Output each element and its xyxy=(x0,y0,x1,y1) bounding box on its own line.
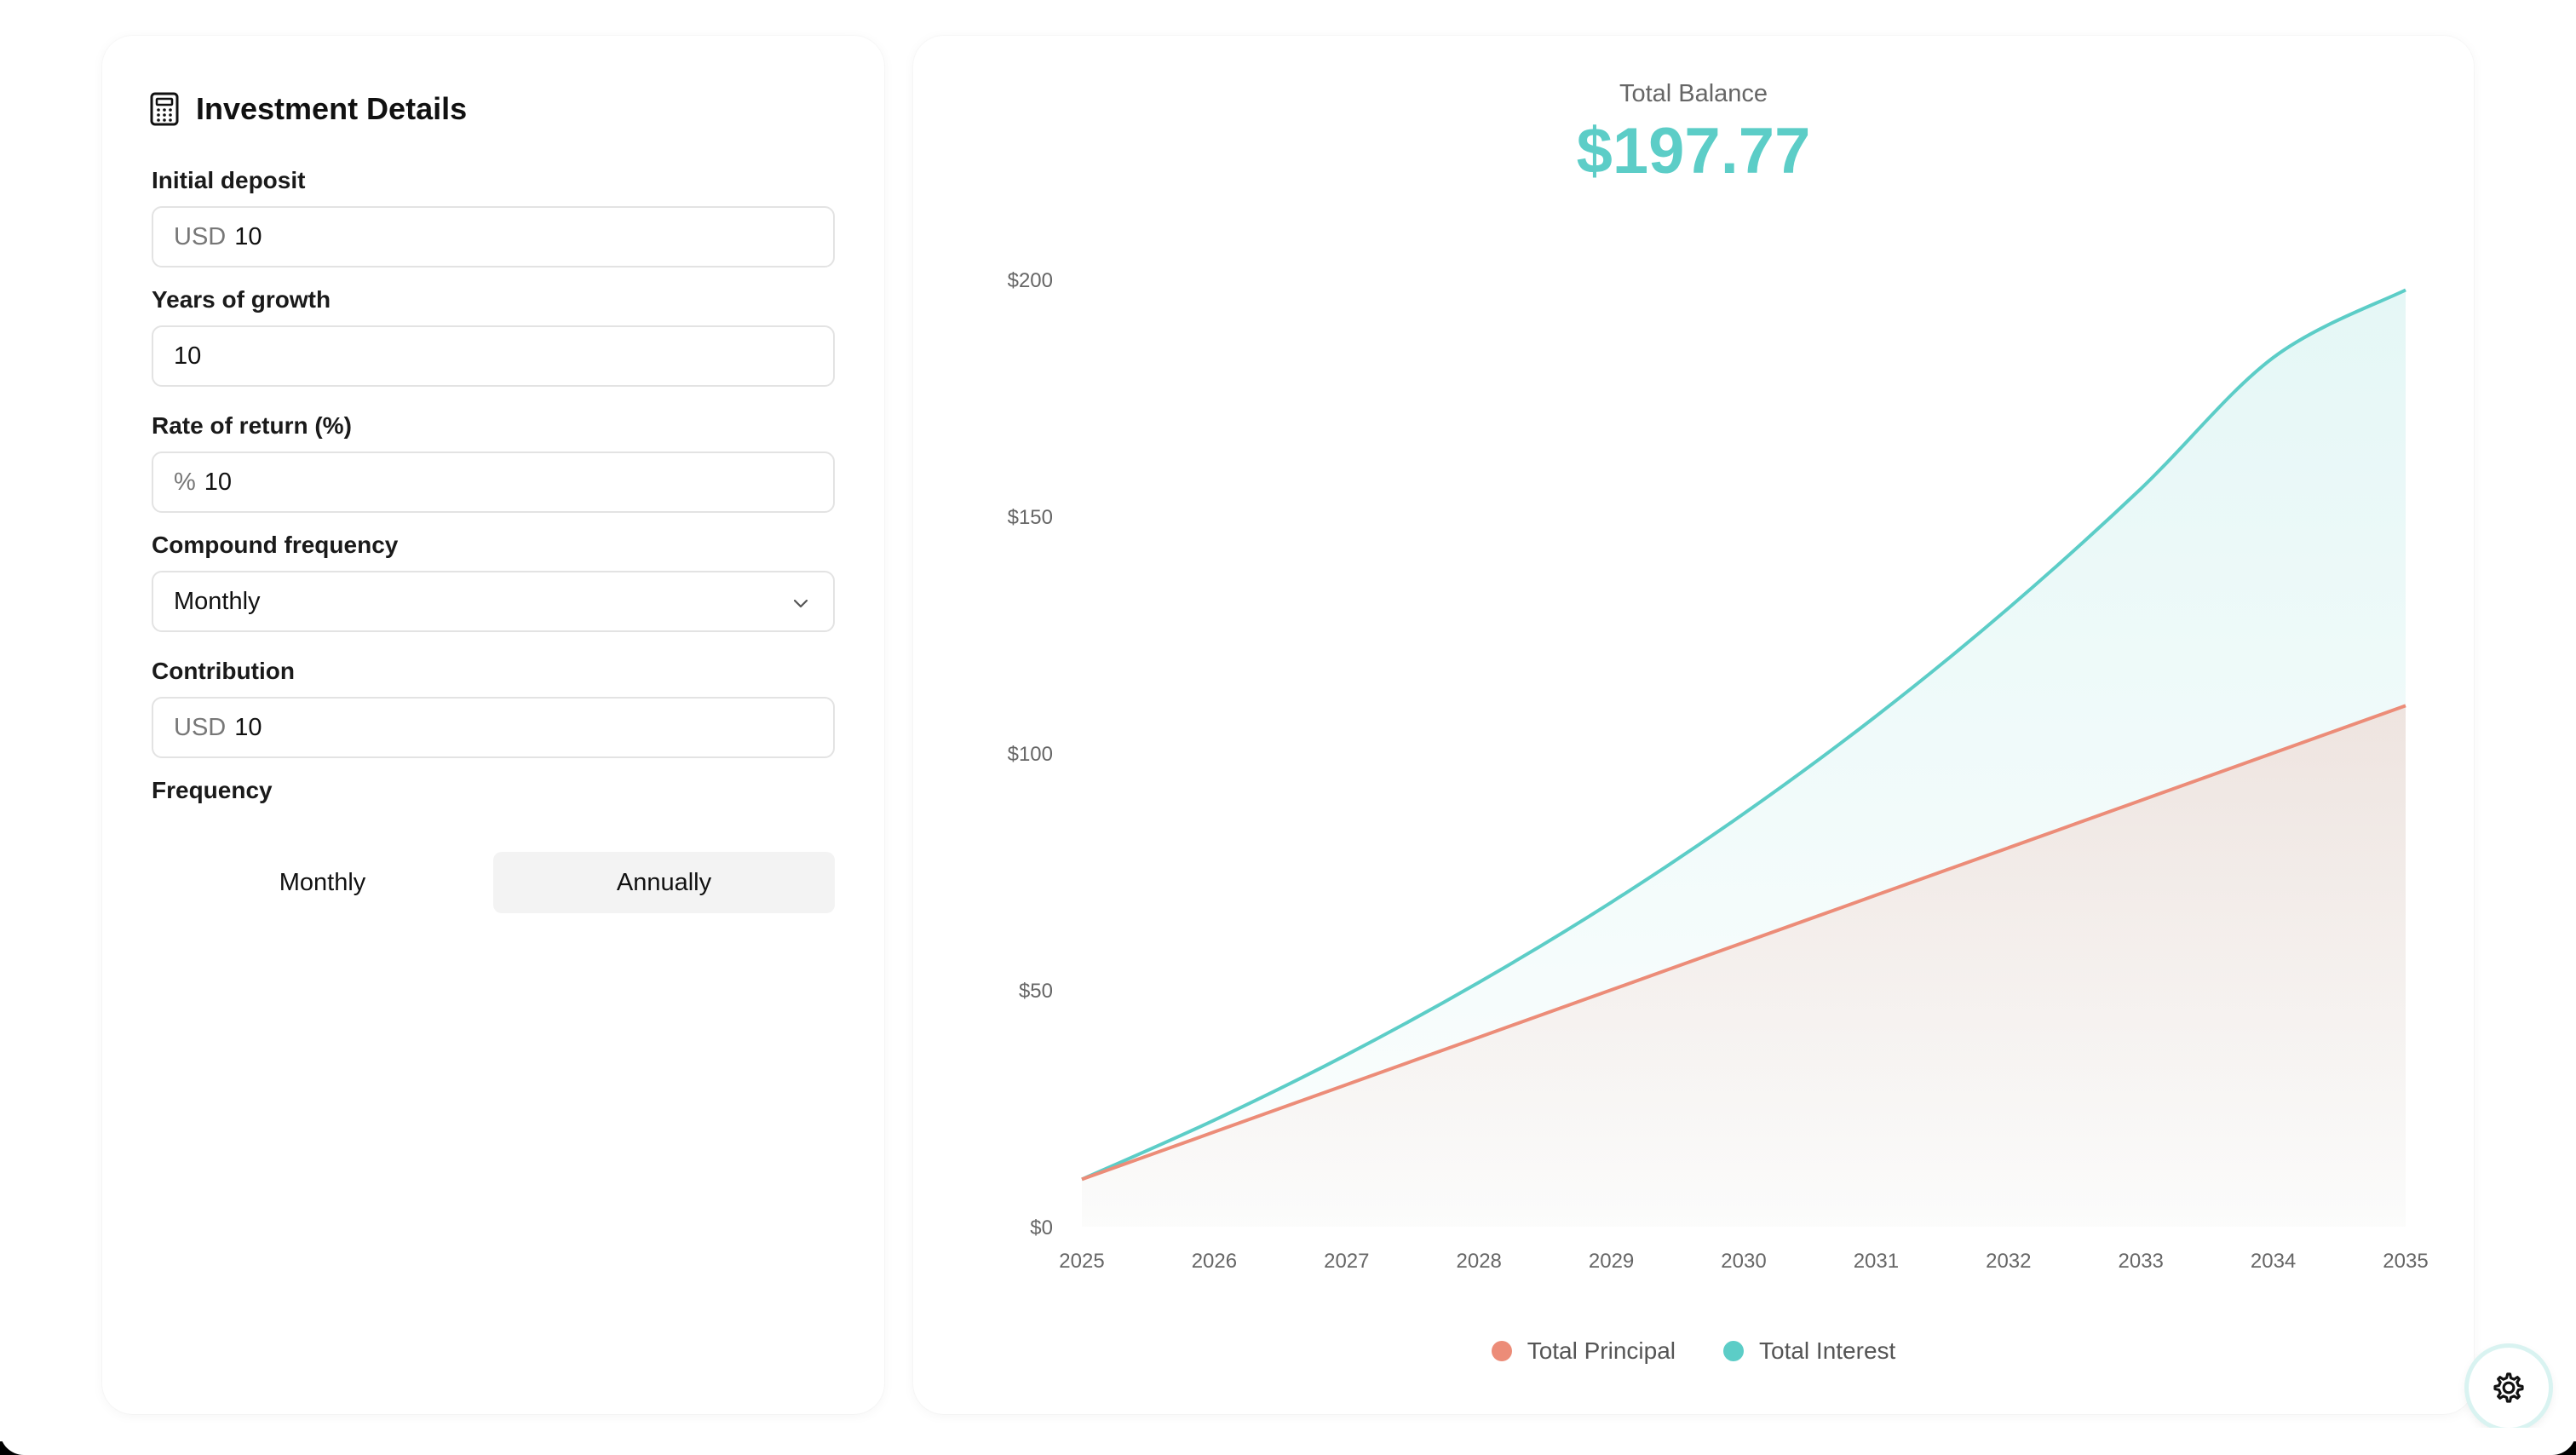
years-label: Years of growth xyxy=(152,286,331,313)
panel-heading: Investment Details xyxy=(150,83,467,135)
y-tick-label: $50 xyxy=(1019,980,1053,1003)
rate-label: Rate of return (%) xyxy=(152,412,352,439)
x-tick-label: 2032 xyxy=(1986,1250,2031,1273)
initial-deposit-value: 10 xyxy=(234,222,262,250)
currency-prefix: USD xyxy=(174,713,227,741)
x-tick-label: 2031 xyxy=(1854,1250,1899,1273)
frequency-label: Frequency xyxy=(152,777,273,803)
legend-item-principal: Total Principal xyxy=(1491,1337,1676,1365)
frequency-option-monthly[interactable]: Monthly xyxy=(152,852,493,913)
contribution-label: Contribution xyxy=(152,658,295,684)
x-tick-label: 2035 xyxy=(2383,1250,2428,1273)
calculator-icon xyxy=(150,92,179,126)
gear-icon xyxy=(2493,1372,2524,1403)
investment-details-panel: Investment Details Initial deposit USD 1… xyxy=(102,36,884,1414)
x-tick-label: 2033 xyxy=(2119,1250,2164,1273)
initial-deposit-input[interactable]: USD 10 xyxy=(152,206,835,267)
window-edge xyxy=(0,1428,2576,1455)
legend-item-interest: Total Interest xyxy=(1723,1337,1895,1365)
contribution-input[interactable]: USD 10 xyxy=(152,697,835,758)
legend-label: Total Interest xyxy=(1759,1337,1896,1364)
results-panel: Total Balance $197.77 $0 $50 $100 $150 $200 … xyxy=(913,36,2474,1414)
settings-button[interactable] xyxy=(2469,1348,2549,1428)
frequency-toggle: Monthly Annually xyxy=(152,852,835,913)
interest-dot xyxy=(1723,1341,1744,1361)
y-tick-label: $150 xyxy=(1008,506,1053,529)
compound-frequency-label: Compound frequency xyxy=(152,532,399,558)
y-tick-label: $100 xyxy=(1008,743,1053,766)
panel-title: Investment Details xyxy=(196,91,468,126)
growth-chart: $0 $50 $100 $150 $200 2025 2026 2027 2028 2029 20… xyxy=(1008,269,2429,1273)
frequency-option-annually[interactable]: Annually xyxy=(493,852,835,913)
rate-value: 10 xyxy=(204,468,233,496)
principal-area xyxy=(1082,705,2406,1227)
x-tick-label: 2025 xyxy=(1059,1250,1104,1273)
x-tick-label: 2030 xyxy=(1721,1250,1766,1273)
x-tick-label: 2026 xyxy=(1192,1250,1237,1273)
initial-deposit-label: Initial deposit xyxy=(152,167,306,193)
x-tick-label: 2034 xyxy=(2251,1250,2296,1273)
legend-label: Total Principal xyxy=(1527,1337,1676,1364)
years-value: 10 xyxy=(174,342,202,370)
x-tick-label: 2029 xyxy=(1589,1250,1634,1273)
chart-legend: Total Principal Total Interest xyxy=(913,1337,2474,1365)
y-tick-label: $0 xyxy=(1030,1216,1053,1239)
y-tick-label: $200 xyxy=(1008,269,1053,292)
percent-prefix: % xyxy=(174,468,196,496)
contribution-value: 10 xyxy=(234,713,262,741)
principal-dot xyxy=(1491,1341,1512,1361)
years-input[interactable]: 10 xyxy=(152,325,835,387)
x-tick-label: 2027 xyxy=(1324,1250,1369,1273)
app-window: Investment Details Initial deposit USD 1… xyxy=(0,0,2576,1455)
compound-frequency-value: Monthly xyxy=(174,587,261,615)
compound-frequency-select[interactable]: Monthly xyxy=(152,571,835,632)
chevron-down-icon xyxy=(793,599,808,608)
currency-prefix: USD xyxy=(174,222,227,250)
rate-input[interactable]: % 10 xyxy=(152,451,835,513)
x-tick-label: 2028 xyxy=(1457,1250,1502,1273)
